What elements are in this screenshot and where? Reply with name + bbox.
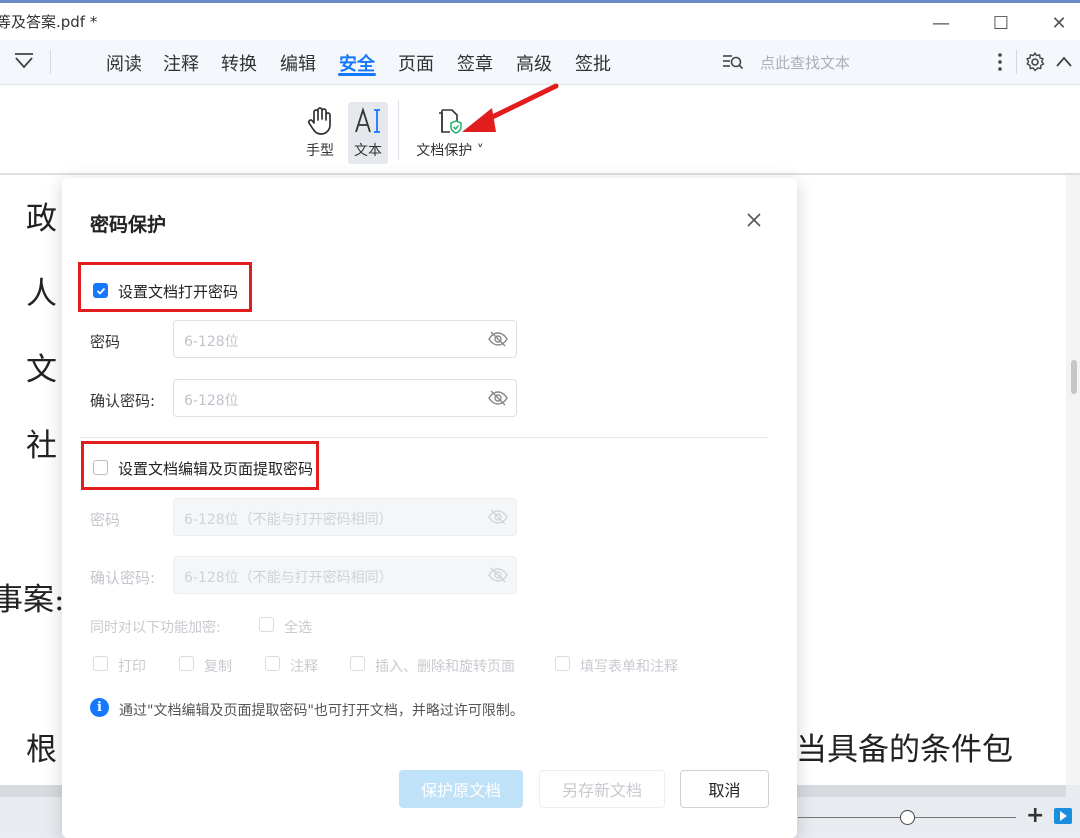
print-label: 打印 xyxy=(118,659,146,675)
confirm-password-label: 确认密码: xyxy=(90,569,156,587)
close-window-button[interactable]: ✕ xyxy=(1036,7,1080,39)
save-as-new-button[interactable]: 另存新文档 xyxy=(539,770,665,808)
tab-annotate[interactable]: 注释 xyxy=(163,50,199,76)
tab-page[interactable]: 页面 xyxy=(398,50,434,76)
scrollbar-thumb[interactable] xyxy=(1071,360,1077,394)
hand-icon xyxy=(307,107,331,135)
copy-label: 复制 xyxy=(204,659,232,675)
page-ops-label: 插入、删除和旋转页面 xyxy=(375,659,515,675)
collapse-ribbon-button[interactable] xyxy=(1054,52,1074,72)
text-cursor-icon xyxy=(355,107,380,133)
check-icon xyxy=(96,287,105,295)
menu-bar: 阅读 注释 转换 编辑 安全 页面 签章 高级 签批 点此查找文本 xyxy=(0,40,1080,85)
cancel-button[interactable]: 取消 xyxy=(680,770,769,808)
section-divider xyxy=(80,437,768,438)
document-protection-label: 文档保护 ˅ xyxy=(416,143,484,159)
select-all-checkbox[interactable] xyxy=(259,617,274,632)
fill-form-label: 填写表单和注释 xyxy=(580,659,678,675)
open-password-input[interactable]: 6-128位 xyxy=(173,320,517,358)
tab-edit[interactable]: 编辑 xyxy=(280,50,316,76)
copy-checkbox[interactable] xyxy=(179,656,194,671)
window-title-bar: 等及答案.pdf * — ☐ ✕ xyxy=(0,0,1080,40)
search-input[interactable]: 点此查找文本 xyxy=(760,52,850,73)
eye-off-icon[interactable] xyxy=(488,508,508,526)
document-text: 根 xyxy=(26,732,57,768)
password-protection-dialog: 密码保护 设置文档打开密码 密码 6-128位 确认密码: 6-128位 设置文… xyxy=(62,178,797,838)
document-text: 当具备的条件包 xyxy=(796,732,1013,768)
document-text: 事案: xyxy=(0,582,65,618)
eye-off-icon[interactable] xyxy=(488,330,508,348)
close-icon: ✕ xyxy=(1051,12,1067,34)
password-label: 密码 xyxy=(90,333,121,351)
find-text-button[interactable] xyxy=(722,52,744,72)
active-tab-indicator xyxy=(338,73,376,76)
document-text: 文 xyxy=(26,352,57,388)
input-placeholder: 6-128位（不能与打开密码相同） xyxy=(184,570,393,586)
text-tool-button[interactable]: 文本 xyxy=(350,106,386,160)
more-menu-button[interactable] xyxy=(995,50,1005,74)
confirm-password-label: 确认密码: xyxy=(90,392,156,410)
menu-divider xyxy=(50,50,51,74)
eye-off-icon[interactable] xyxy=(488,566,508,584)
hand-tool-button[interactable]: 手型 xyxy=(302,106,338,160)
input-placeholder: 6-128位（不能与打开密码相同） xyxy=(184,512,393,528)
chevron-up-icon xyxy=(1056,56,1072,67)
open-confirm-password-input[interactable]: 6-128位 xyxy=(173,379,517,417)
open-password-label: 设置文档打开密码 xyxy=(118,283,239,301)
document-title: 等及答案.pdf * xyxy=(0,13,98,31)
eye-off-icon[interactable] xyxy=(488,389,508,407)
edit-password-label: 设置文档编辑及页面提取密码 xyxy=(118,460,314,478)
info-text: 通过"文档编辑及页面提取密码"也可打开文档，并略过许可限制。 xyxy=(119,703,524,719)
page-ops-checkbox[interactable] xyxy=(350,656,365,671)
play-icon xyxy=(1060,811,1067,821)
tab-seal[interactable]: 签章 xyxy=(457,50,493,76)
annotate-label: 注释 xyxy=(290,659,318,675)
document-text: 人 xyxy=(26,276,57,312)
minimize-icon: — xyxy=(932,12,950,34)
info-icon: i xyxy=(90,698,109,717)
chevron-down-icon xyxy=(15,53,33,69)
maximize-icon: ☐ xyxy=(992,12,1010,34)
input-placeholder: 6-128位 xyxy=(184,334,239,350)
more-vertical-icon xyxy=(998,53,1002,71)
maximize-button[interactable]: ☐ xyxy=(978,7,1024,39)
tab-read[interactable]: 阅读 xyxy=(106,50,142,76)
play-button[interactable] xyxy=(1054,808,1072,824)
dialog-title: 密码保护 xyxy=(90,214,167,236)
ribbon-divider xyxy=(398,100,399,160)
hand-tool-label: 手型 xyxy=(306,143,334,159)
zoom-slider-handle[interactable] xyxy=(900,810,915,825)
select-all-label: 全选 xyxy=(284,620,312,636)
menu-divider xyxy=(1016,50,1017,74)
input-placeholder: 6-128位 xyxy=(184,393,239,409)
tab-approve[interactable]: 签批 xyxy=(575,50,611,76)
annotate-checkbox[interactable] xyxy=(265,656,280,671)
fill-form-checkbox[interactable] xyxy=(555,656,570,671)
open-password-checkbox[interactable] xyxy=(93,283,108,298)
tab-convert[interactable]: 转换 xyxy=(221,50,257,76)
dropdown-toggle-button[interactable] xyxy=(12,50,36,74)
tab-advanced[interactable]: 高级 xyxy=(516,50,552,76)
password-label: 密码 xyxy=(90,511,121,529)
edit-password-checkbox[interactable] xyxy=(93,460,108,475)
settings-button[interactable] xyxy=(1024,51,1046,73)
text-tool-label: 文本 xyxy=(354,143,382,159)
vertical-scrollbar[interactable] xyxy=(1066,175,1080,785)
edit-password-input[interactable]: 6-128位（不能与打开密码相同） xyxy=(173,498,517,536)
gear-icon xyxy=(1026,52,1045,72)
protect-original-button[interactable]: 保护原文档 xyxy=(399,770,523,808)
dialog-close-button[interactable] xyxy=(742,208,766,232)
print-checkbox[interactable] xyxy=(93,656,108,671)
close-icon xyxy=(747,213,761,227)
edit-confirm-password-input[interactable]: 6-128位（不能与打开密码相同） xyxy=(173,556,517,594)
zoom-in-button[interactable]: + xyxy=(1026,803,1044,828)
find-text-icon xyxy=(723,55,744,70)
annotation-arrow xyxy=(462,83,559,132)
document-text: 政 xyxy=(26,201,57,237)
document-text: 社 xyxy=(26,428,57,464)
encrypt-functions-label: 同时对以下功能加密: xyxy=(90,620,221,636)
minimize-button[interactable]: — xyxy=(918,7,964,39)
